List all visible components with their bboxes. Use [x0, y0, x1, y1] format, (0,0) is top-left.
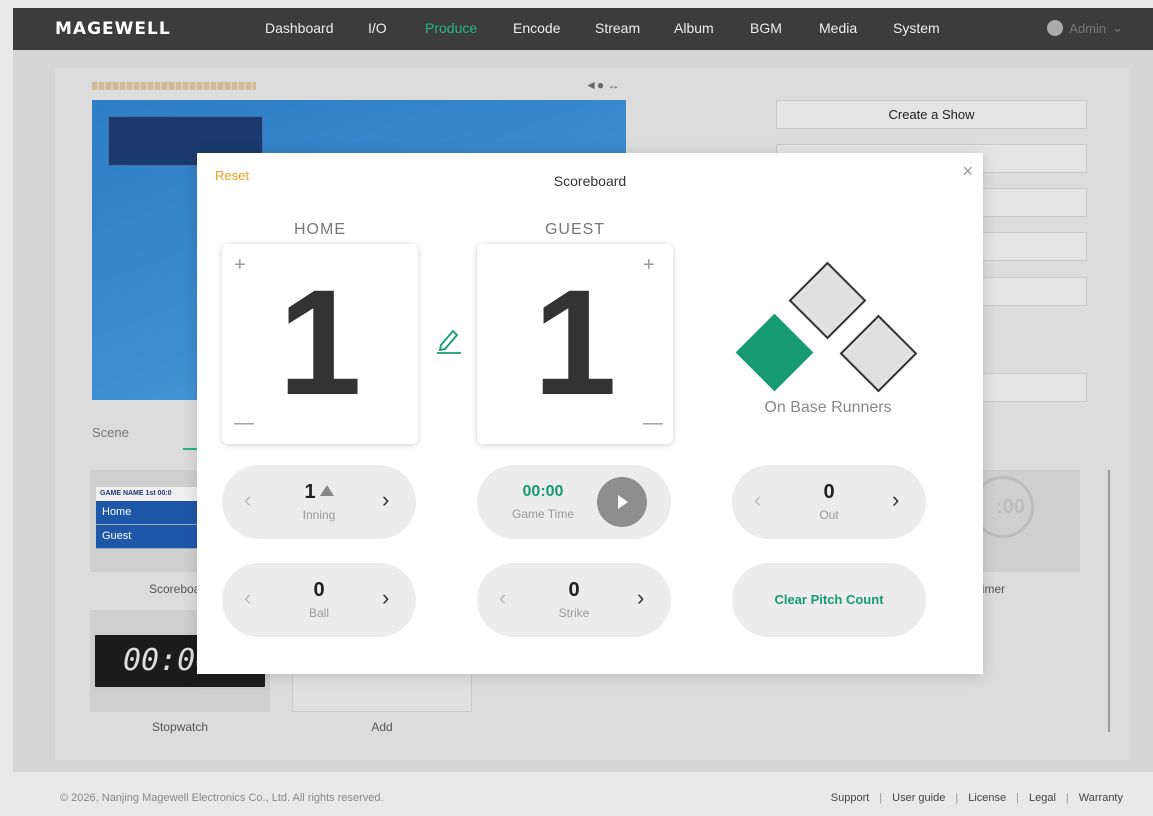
footer-link-warranty[interactable]: Warranty: [1079, 792, 1123, 804]
close-icon[interactable]: ×: [962, 161, 973, 182]
inning-next-icon[interactable]: ›: [382, 487, 389, 513]
ball-control: ‹ 0 Ball ›: [222, 563, 416, 637]
inning-control: ‹ 1 Inning ›: [222, 465, 416, 539]
nav-system[interactable]: System: [893, 20, 940, 36]
audio-icon[interactable]: ◄●: [585, 78, 604, 92]
nav-io[interactable]: I/O: [368, 20, 387, 36]
create-show-button[interactable]: Create a Show: [776, 100, 1087, 129]
mini-scoreboard-guest: Guest: [96, 525, 206, 549]
guest-score: 1: [533, 258, 617, 426]
play-icon[interactable]: [597, 477, 647, 527]
guest-score-card: + 1 —: [477, 244, 673, 444]
nav-bgm[interactable]: BGM: [750, 20, 782, 36]
user-name: Admin: [1069, 20, 1107, 36]
nav-stream[interactable]: Stream: [595, 20, 640, 36]
runners-label: On Base Runners: [764, 399, 892, 416]
mini-scoreboard-home: Home: [96, 501, 206, 525]
nav-album[interactable]: Album: [674, 20, 714, 36]
home-score: 1: [278, 258, 362, 426]
guest-label: GUEST: [544, 221, 606, 238]
footer-link-legal[interactable]: Legal: [1029, 792, 1056, 804]
game-time-value: 00:00: [522, 483, 564, 500]
footer-separator: |: [955, 792, 959, 804]
inning-value: 1: [304, 481, 316, 503]
home-label: HOME: [294, 221, 346, 238]
home-minus-icon[interactable]: —: [234, 412, 254, 435]
nav-media[interactable]: Media: [819, 20, 857, 36]
footer-links: Support | User guide | License | Legal |…: [831, 792, 1123, 804]
footer-separator: |: [1016, 792, 1019, 804]
out-control: ‹ 0 Out ›: [732, 465, 926, 539]
add-card-label: Add: [371, 720, 393, 734]
clear-pitch-count-button[interactable]: Clear Pitch Count: [732, 563, 926, 637]
edit-pencil-icon[interactable]: [437, 325, 461, 355]
nav-produce[interactable]: Produce: [425, 20, 477, 36]
modal-title: Scoreboard: [553, 173, 627, 189]
nav-dashboard[interactable]: Dashboard: [265, 20, 334, 36]
preview-controls[interactable]: ◄● ↔: [585, 78, 619, 92]
footer-copyright: © 2026, Nanjing Magewell Electronics Co.…: [60, 792, 384, 804]
chevron-down-icon: ⌄: [1112, 20, 1123, 35]
magewell-logo[interactable]: MAGEWELL: [55, 19, 171, 39]
strike-next-icon[interactable]: ›: [637, 585, 644, 611]
stopwatch-card-label: Stopwatch: [151, 720, 209, 734]
third-base[interactable]: [735, 313, 814, 392]
ball-next-icon[interactable]: ›: [382, 585, 389, 611]
user-menu[interactable]: Admin ⌄: [1047, 20, 1123, 36]
mini-scoreboard: GAME NAME 1st 00:0 Home Guest: [96, 487, 206, 549]
out-next-icon[interactable]: ›: [892, 487, 899, 513]
footer-link-license[interactable]: License: [968, 792, 1006, 804]
top-half-icon: [319, 485, 334, 496]
vertical-scrollbar[interactable]: [1108, 470, 1110, 732]
fullscreen-icon[interactable]: ↔: [607, 78, 619, 92]
footer-link-support[interactable]: Support: [831, 792, 870, 804]
footer-link-user-guide[interactable]: User guide: [892, 792, 945, 804]
footer-separator: |: [1065, 792, 1069, 804]
footer-separator: |: [879, 792, 883, 804]
first-base[interactable]: [839, 314, 918, 393]
nav-encode[interactable]: Encode: [513, 20, 560, 36]
guest-minus-icon[interactable]: —: [643, 412, 663, 435]
strike-control: ‹ 0 Strike ›: [477, 563, 671, 637]
home-score-card: + 1 —: [222, 244, 418, 444]
second-base[interactable]: [788, 261, 867, 340]
tab-scene[interactable]: Scene: [92, 425, 129, 440]
audio-level-meter: [92, 82, 256, 90]
scoreboard-modal: Reset Scoreboard × HOME GUEST + 1 — + 1 …: [197, 153, 983, 674]
user-avatar-icon: [1047, 20, 1064, 36]
game-time-label: Game Time: [511, 507, 574, 521]
game-time-control: 00:00 Game Time: [477, 465, 671, 539]
top-nav-bar: MAGEWELL Dashboard I/O Produce Encode St…: [13, 8, 1153, 50]
mini-scoreboard-header: GAME NAME 1st 00:0: [96, 487, 206, 501]
